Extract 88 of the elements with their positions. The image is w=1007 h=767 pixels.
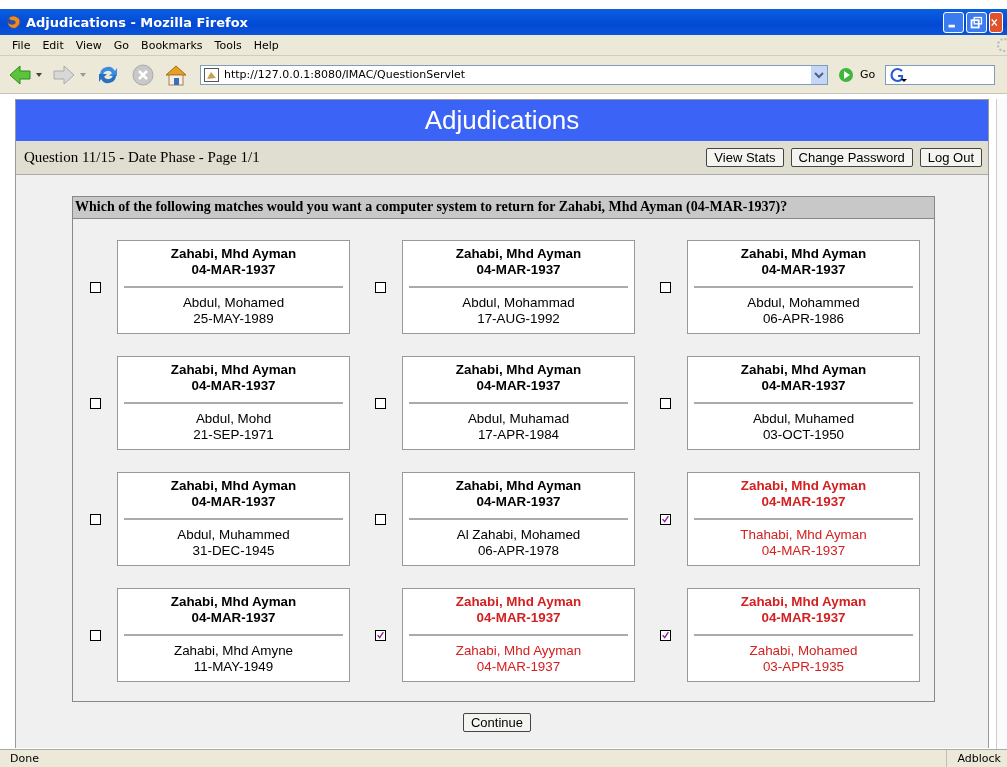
query-name: Zahabi, Mhd Ayman (740, 362, 867, 378)
minimize-button[interactable] (943, 11, 964, 33)
query-date: 04-MAR-1937 (761, 262, 846, 278)
checkbox[interactable] (374, 513, 386, 525)
menu-item[interactable]: Tools (208, 38, 248, 52)
menu-item[interactable]: View (69, 38, 108, 52)
checkbox[interactable] (659, 281, 671, 293)
progress-text: Question 11/15 - Date Phase - Page 1/1 (24, 149, 261, 166)
close-button[interactable] (989, 11, 1003, 33)
menu-item[interactable]: Go (107, 38, 136, 52)
dropdown-caret-icon[interactable] (36, 72, 42, 77)
menu-item[interactable]: Bookmarks (135, 38, 209, 52)
query-name: Zahabi, Mhd Ayman (740, 246, 867, 262)
query-name: Zahabi, Mhd Ayman (170, 246, 297, 262)
checkbox[interactable] (374, 281, 386, 293)
menu-item[interactable]: File (6, 38, 37, 52)
window-title: Adjudications - Mozilla Firefox (26, 14, 249, 30)
query-date: 04-MAR-1937 (476, 494, 561, 510)
candidate-date: 06-APR-1978 (477, 543, 560, 559)
query-name: Zahabi, Mhd Ayman (170, 594, 297, 610)
candidate-name: Abdul, Mohd (195, 411, 272, 427)
candidate-name: Zahabi, Mhd Ayyman (455, 643, 582, 659)
candidate-name: Thahabi, Mhd Ayman (740, 527, 867, 543)
query-date: 04-MAR-1937 (191, 262, 276, 278)
candidate-name: Abdul, Mohammed (747, 295, 860, 311)
search-field[interactable] (885, 64, 996, 85)
candidate-date: 04-MAR-1937 (476, 659, 561, 675)
query-name: Zahabi, Mhd Ayman (455, 594, 582, 610)
menu-item[interactable]: Edit (36, 38, 70, 52)
throbber-icon (995, 38, 1007, 52)
dropdown-caret-icon[interactable] (811, 65, 827, 84)
query-name: Zahabi, Mhd Ayman (170, 362, 297, 378)
checkbox[interactable] (89, 281, 101, 293)
menu-item[interactable]: Help (247, 38, 285, 52)
checkbox[interactable] (89, 513, 101, 525)
query-date: 04-MAR-1937 (761, 610, 846, 626)
checkbox[interactable] (659, 397, 671, 409)
query-date: 04-MAR-1937 (476, 378, 561, 394)
page-icon (204, 67, 219, 82)
candidate-date: 04-MAR-1937 (761, 543, 846, 559)
query-name: Zahabi, Mhd Ayman (740, 594, 867, 610)
candidate-name: Abdul, Mohamed (182, 295, 285, 311)
candidate-date: 21-SEP-1971 (193, 427, 274, 443)
checkbox[interactable] (89, 397, 101, 409)
query-date: 04-MAR-1937 (191, 610, 276, 626)
checkbox[interactable] (659, 629, 671, 641)
checkbox[interactable] (374, 397, 386, 409)
checkbox[interactable] (659, 513, 671, 525)
question-text: Which of the following matches would you want a computer system to return for Zahabi, Mhd Ayman (04-MAR-1937)? (73, 197, 934, 219)
query-date: 04-MAR-1937 (191, 494, 276, 510)
candidate-name: Abdul, Muhamed (752, 411, 855, 427)
candidate-name: Zahabi, Mohamed (749, 643, 858, 659)
query-name: Zahabi, Mhd Ayman (740, 478, 867, 494)
go-button[interactable]: Go (860, 68, 876, 81)
query-date: 04-MAR-1937 (761, 494, 846, 510)
candidate-name: Abdul, Muhammed (177, 527, 290, 543)
candidate-date: 17-APR-1984 (477, 427, 560, 443)
adblock-label[interactable]: Adblock (946, 750, 1007, 767)
query-date: 04-MAR-1937 (476, 610, 561, 626)
status-text: Done (9, 752, 40, 765)
checkbox[interactable] (89, 629, 101, 641)
candidate-name: Zahabi, Mhd Amyne (173, 643, 294, 659)
candidate-date: 31-DEC-1945 (192, 543, 275, 559)
candidate-date: 17-AUG-1992 (477, 311, 560, 327)
continue-button[interactable]: Continue (463, 713, 532, 732)
query-name: Zahabi, Mhd Ayman (455, 246, 582, 262)
candidate-name: Abdul, Muhamad (467, 411, 570, 427)
checkbox[interactable] (374, 629, 386, 641)
query-date: 04-MAR-1937 (191, 378, 276, 394)
restore-button[interactable] (966, 11, 987, 33)
header-button[interactable]: Change Password (790, 148, 913, 167)
candidate-date: 03-APR-1935 (762, 659, 845, 675)
query-date: 04-MAR-1937 (761, 378, 846, 394)
candidate-date: 03-OCT-1950 (762, 427, 845, 443)
search-engine-icon[interactable] (889, 66, 908, 83)
header-button[interactable]: View Stats (706, 148, 784, 167)
query-name: Zahabi, Mhd Ayman (170, 478, 297, 494)
candidate-date: 25-MAY-1989 (193, 311, 274, 327)
firefox-icon (6, 14, 22, 30)
candidate-date: 11-MAY-1949 (193, 659, 274, 675)
address-field[interactable]: http://127.0.0.1:8080/IMAC/QuestionServlet (200, 64, 828, 85)
header-button[interactable]: Log Out (919, 148, 982, 167)
query-name: Zahabi, Mhd Ayman (455, 362, 582, 378)
query-name: Zahabi, Mhd Ayman (455, 478, 582, 494)
candidate-name: Abdul, Mohammad (462, 295, 575, 311)
query-date: 04-MAR-1937 (476, 262, 561, 278)
candidate-date: 06-APR-1986 (762, 311, 845, 327)
candidate-name: Al Zahabi, Mohamed (456, 527, 581, 543)
